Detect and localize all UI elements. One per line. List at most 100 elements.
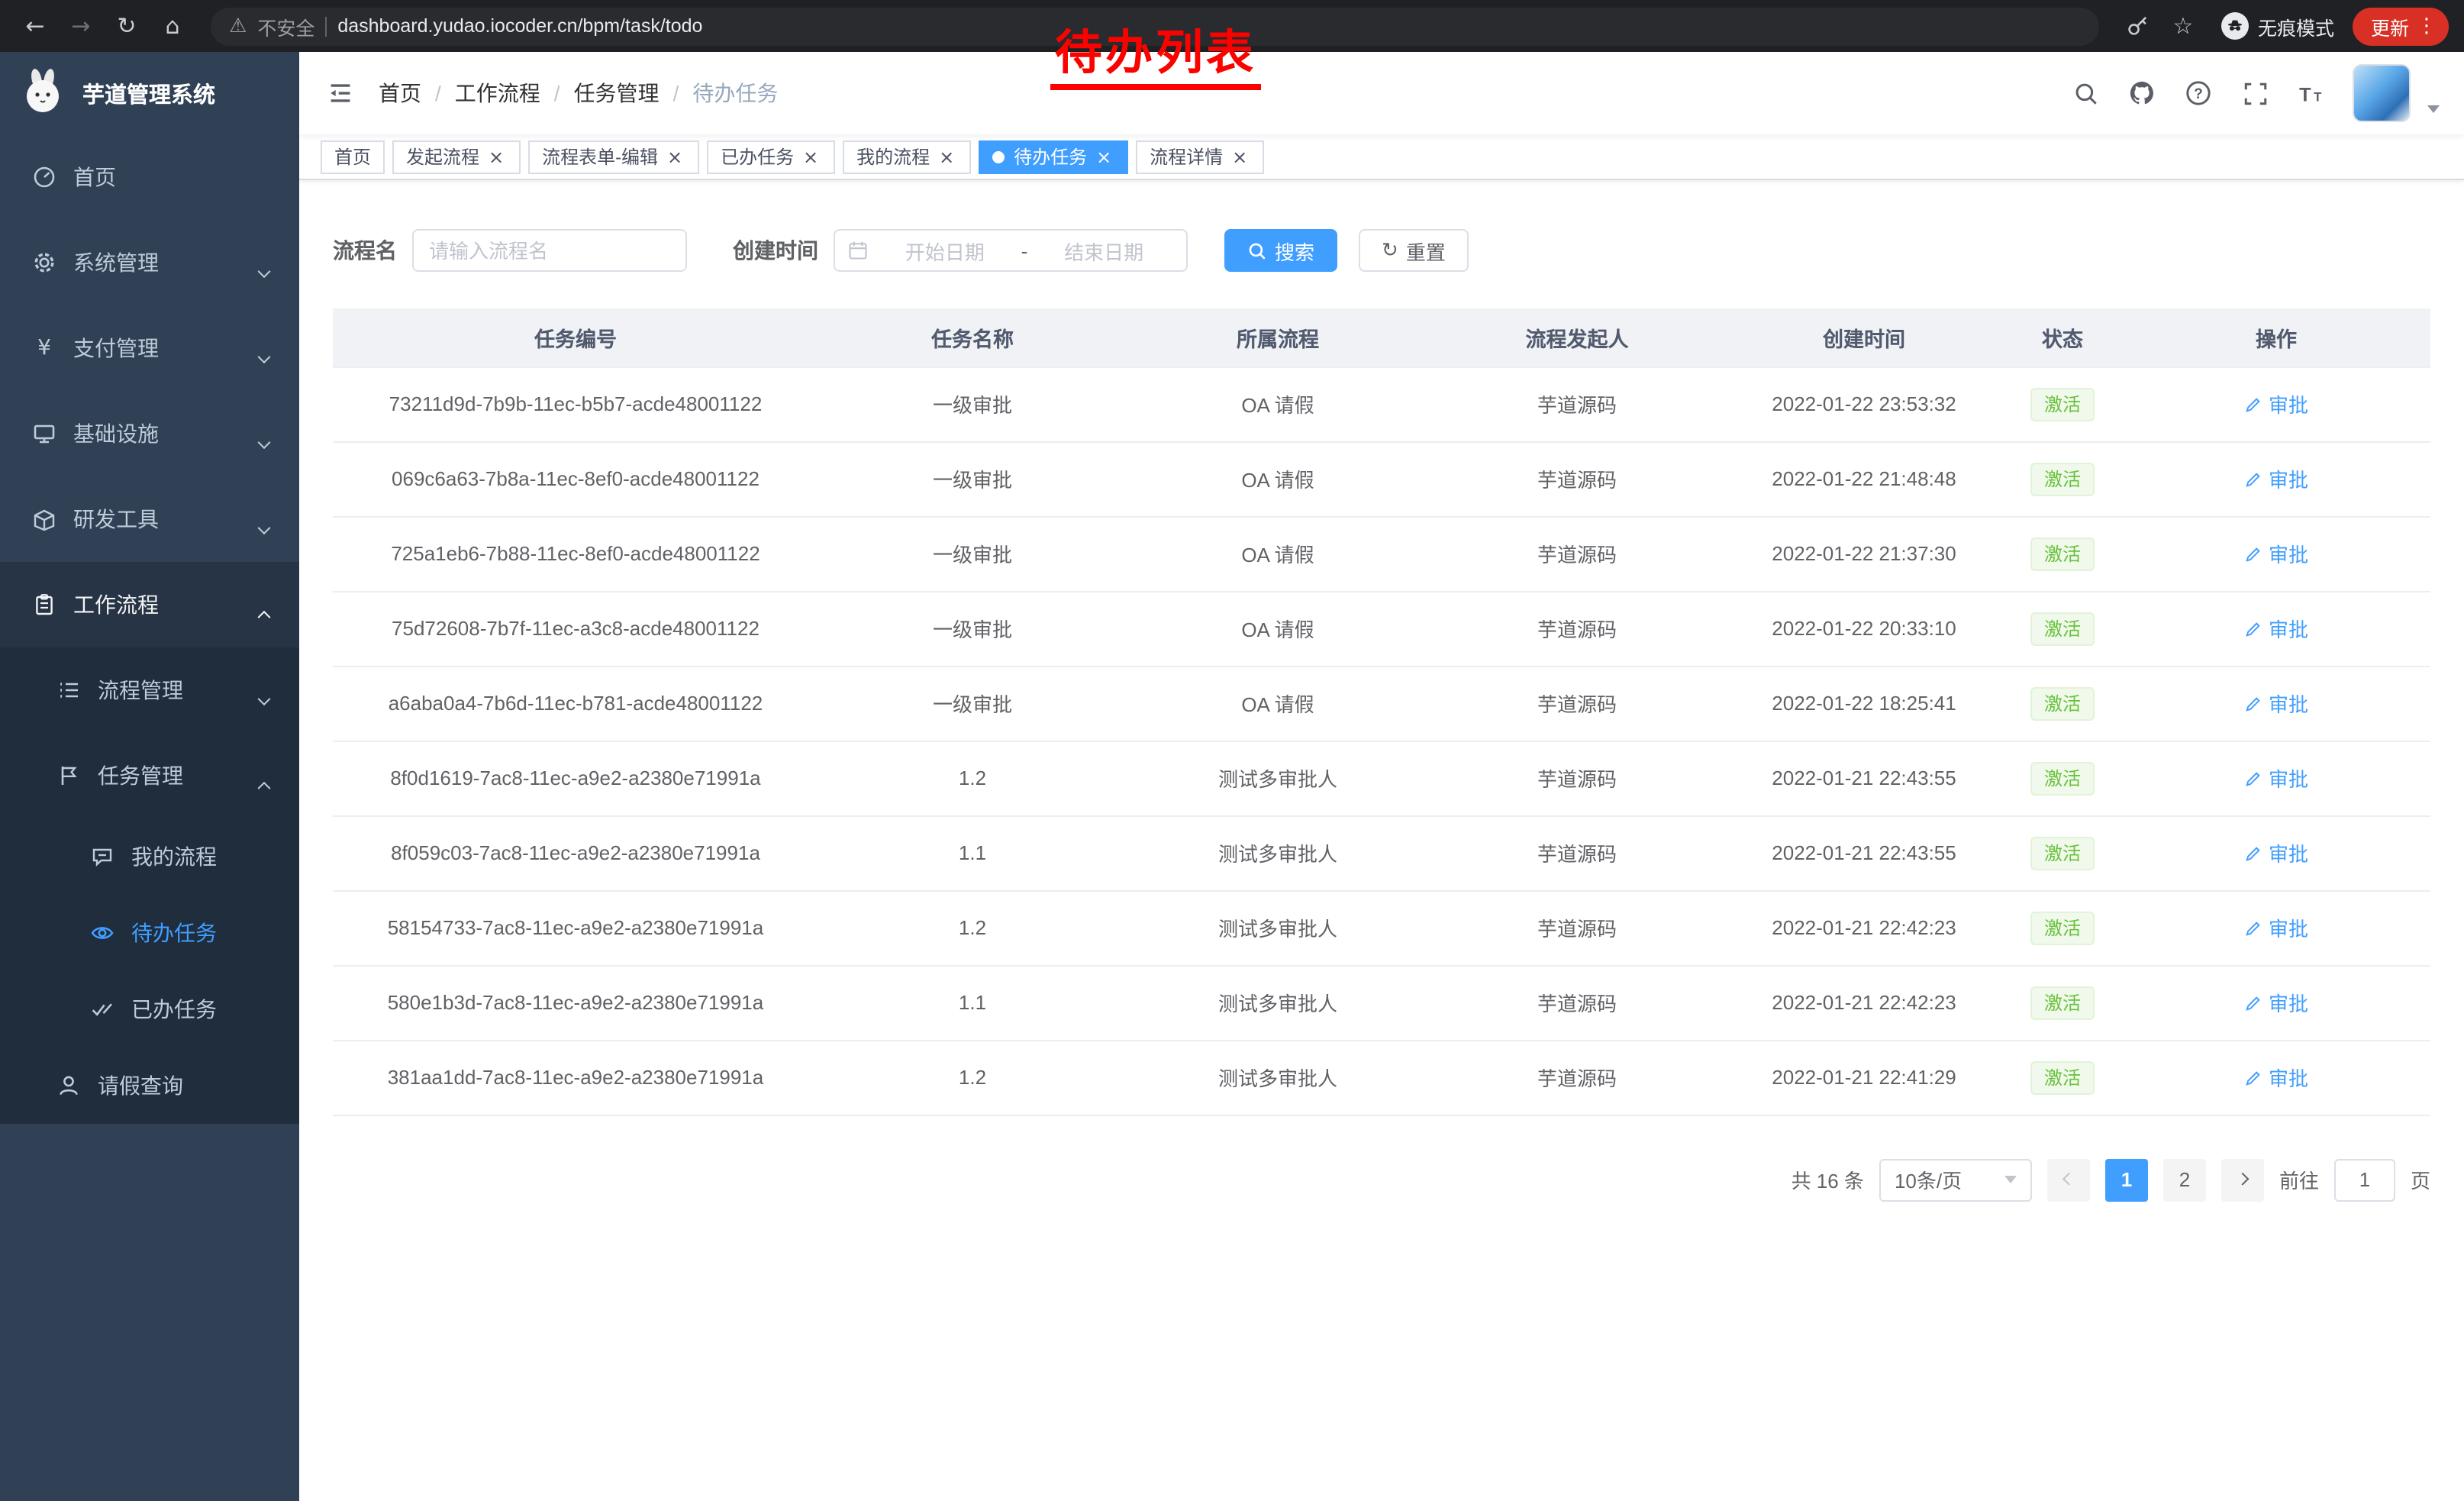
approve-link[interactable]: 审批 xyxy=(2244,389,2308,418)
close-icon[interactable]: × xyxy=(800,146,821,167)
cell-task-name: 1.2 xyxy=(818,890,1127,965)
sidebar-item-task-management[interactable]: 任务管理 xyxy=(0,733,299,818)
address-bar[interactable]: ⚠ 不安全 dashboard.yudao.iocoder.cn/bpm/tas… xyxy=(211,7,2099,45)
sidebar-item-leave-query[interactable]: 请假查询 xyxy=(0,1047,299,1124)
goto-page-input[interactable] xyxy=(2334,1158,2395,1201)
search-button[interactable]: 搜索 xyxy=(1224,229,1337,272)
tab-home[interactable]: 首页 xyxy=(321,140,385,173)
approve-link[interactable]: 审批 xyxy=(2244,464,2308,493)
help-icon[interactable]: ? xyxy=(2183,78,2214,108)
warning-icon: ⚠ xyxy=(229,15,247,37)
cell-task-id: 73211d9d-7b9b-11ec-b5b7-acde48001122 xyxy=(333,366,818,441)
next-page-button[interactable] xyxy=(2221,1158,2264,1201)
refresh-icon: ↻ xyxy=(1382,239,1398,262)
close-icon[interactable]: × xyxy=(664,146,685,167)
approve-link[interactable]: 审批 xyxy=(2244,913,2308,942)
reset-button[interactable]: ↻ 重置 xyxy=(1359,229,1469,272)
tab-start-process[interactable]: 发起流程 × xyxy=(392,140,521,173)
tab-my-process[interactable]: 我的流程 × xyxy=(843,140,971,173)
approve-link[interactable]: 审批 xyxy=(2244,539,2308,568)
cell-create-time: 2022-01-22 18:25:41 xyxy=(1725,666,2003,741)
column-header: 任务编号 xyxy=(333,308,818,366)
pagination: 共 16 条 10条/页 1 2 前往 页 xyxy=(333,1158,2430,1201)
navbar-actions: ? TT xyxy=(2070,64,2440,122)
close-icon[interactable]: × xyxy=(1229,146,1250,167)
edit-icon xyxy=(2244,470,2262,488)
page-button-1[interactable]: 1 xyxy=(2105,1158,2148,1201)
start-date-placeholder: 开始日期 xyxy=(875,236,1015,265)
approve-link[interactable]: 审批 xyxy=(2244,763,2308,792)
status-badge: 激活 xyxy=(2030,612,2095,645)
cell-process: 测试多审批人 xyxy=(1127,890,1429,965)
url-text: dashboard.yudao.iocoder.cn/bpm/task/todo xyxy=(337,15,702,37)
forward-icon[interactable]: → xyxy=(61,6,101,46)
github-icon[interactable] xyxy=(2127,78,2157,108)
sidebar-item-devtools[interactable]: 研发工具 xyxy=(0,476,299,562)
date-range-picker[interactable]: 开始日期 - 结束日期 xyxy=(834,229,1188,272)
cell-process: 测试多审批人 xyxy=(1127,1040,1429,1115)
fullscreen-icon[interactable] xyxy=(2240,78,2270,108)
app-logo[interactable]: 芋道管理系统 xyxy=(0,52,299,134)
approve-link[interactable]: 审批 xyxy=(2244,838,2308,867)
cell-task-name: 1.2 xyxy=(818,741,1127,815)
page-button-2[interactable]: 2 xyxy=(2163,1158,2206,1201)
main-area: 首页 工作流程 任务管理 待办任务 ? xyxy=(299,52,2464,1501)
column-header: 创建时间 xyxy=(1725,308,2003,366)
pagination-total: 共 16 条 xyxy=(1792,1165,1864,1194)
svg-text:T: T xyxy=(2313,89,2321,104)
sidebar-item-system[interactable]: 系统管理 xyxy=(0,220,299,305)
edit-icon xyxy=(2244,844,2262,862)
end-date-placeholder: 结束日期 xyxy=(1034,236,1174,265)
cell-starter: 芋道源码 xyxy=(1429,965,1725,1040)
key-icon[interactable] xyxy=(2117,6,2157,46)
edit-icon xyxy=(2244,993,2262,1012)
tab-form-editor[interactable]: 流程表单-编辑 × xyxy=(528,140,699,173)
sidebar-item-home[interactable]: 首页 xyxy=(0,134,299,220)
todo-table-wrap: 任务编号 任务名称 所属流程 流程发起人 创建时间 状态 操作 xyxy=(333,308,2430,1115)
breadcrumb-workflow[interactable]: 工作流程 xyxy=(455,78,540,108)
update-button[interactable]: 更新 ⋮ xyxy=(2353,7,2449,45)
close-icon[interactable]: × xyxy=(1093,146,1114,167)
sidebar-item-workflow[interactable]: 工作流程 xyxy=(0,562,299,647)
sidebar-item-done-tasks[interactable]: 已办任务 xyxy=(0,971,299,1047)
table-row: 381aa1dd-7ac8-11ec-a9e2-a2380e71991a 1.2… xyxy=(333,1040,2430,1115)
goto-suffix: 页 xyxy=(2411,1165,2430,1194)
star-icon[interactable]: ☆ xyxy=(2163,6,2203,46)
tab-done-tasks[interactable]: 已办任务 × xyxy=(707,140,835,173)
avatar[interactable] xyxy=(2353,64,2411,122)
cell-task-name: 1.1 xyxy=(818,815,1127,890)
cell-task-name: 一级审批 xyxy=(818,591,1127,666)
cell-starter: 芋道源码 xyxy=(1429,666,1725,741)
refresh-icon[interactable]: ↻ xyxy=(107,6,147,46)
cell-create-time: 2022-01-22 20:33:10 xyxy=(1725,591,2003,666)
close-icon[interactable]: × xyxy=(936,146,957,167)
chevron-down-icon[interactable] xyxy=(2427,105,2440,113)
cell-starter: 芋道源码 xyxy=(1429,591,1725,666)
collapse-sidebar-icon[interactable] xyxy=(324,76,357,110)
tags-view: 首页 发起流程 × 流程表单-编辑 × 已办任务 × 我的流程 × xyxy=(299,134,2464,180)
sidebar-item-label: 请假查询 xyxy=(98,1070,183,1101)
tab-process-detail[interactable]: 流程详情 × xyxy=(1136,140,1264,173)
sidebar-item-process-management[interactable]: 流程管理 xyxy=(0,647,299,733)
search-icon[interactable] xyxy=(2070,78,2101,108)
prev-page-button[interactable] xyxy=(2047,1158,2090,1201)
close-icon[interactable]: × xyxy=(485,146,507,167)
approve-link[interactable]: 审批 xyxy=(2244,614,2308,643)
sidebar-item-payment[interactable]: ¥ 支付管理 xyxy=(0,305,299,391)
breadcrumb-task-management[interactable]: 任务管理 xyxy=(574,78,660,108)
page-size-select[interactable]: 10条/页 xyxy=(1879,1158,2032,1201)
approve-link[interactable]: 审批 xyxy=(2244,1063,2308,1092)
approve-link[interactable]: 审批 xyxy=(2244,988,2308,1017)
tab-todo-tasks[interactable]: 待办任务 × xyxy=(979,140,1128,173)
font-size-icon[interactable]: TT xyxy=(2296,78,2327,108)
approve-link[interactable]: 审批 xyxy=(2244,689,2308,718)
tab-label: 流程表单-编辑 xyxy=(542,144,658,169)
back-icon[interactable]: ← xyxy=(15,6,55,46)
sidebar-item-my-process[interactable]: 我的流程 xyxy=(0,818,299,895)
breadcrumb-home[interactable]: 首页 xyxy=(379,78,421,108)
approve-link-label: 审批 xyxy=(2269,838,2308,867)
sidebar-item-todo-tasks[interactable]: 待办任务 xyxy=(0,895,299,971)
home-icon[interactable]: ⌂ xyxy=(153,6,192,46)
sidebar-item-infrastructure[interactable]: 基础设施 xyxy=(0,391,299,476)
process-name-input[interactable] xyxy=(412,229,687,272)
